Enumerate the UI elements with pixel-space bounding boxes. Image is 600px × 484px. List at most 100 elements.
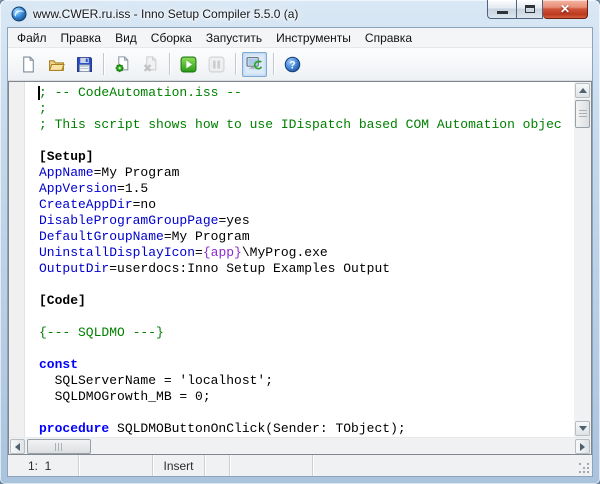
- code-segment: AppName: [39, 165, 94, 180]
- code-line-6[interactable]: AppName=My Program: [39, 165, 574, 181]
- help-button[interactable]: ?: [280, 52, 305, 77]
- code-line-7[interactable]: AppVersion=1.5: [39, 181, 574, 197]
- script-editor: ; -- CodeAutomation.iss --;; This script…: [8, 81, 592, 455]
- code-segment: SQLServerName = 'localhost';: [39, 373, 274, 388]
- compile-button[interactable]: [110, 52, 135, 77]
- code-line-3[interactable]: ; This script shows how to use IDispatch…: [39, 117, 574, 133]
- close-icon: ✕: [559, 2, 571, 16]
- open-folder-icon: [48, 56, 65, 73]
- toolbar-separator: [235, 53, 236, 75]
- code-line-5[interactable]: [Setup]: [39, 149, 574, 165]
- code-line-12[interactable]: OutputDir=userdocs:Inno Setup Examples O…: [39, 261, 574, 277]
- thumb-grip: [55, 443, 56, 451]
- pause-button[interactable]: [204, 52, 229, 77]
- scroll-right-button[interactable]: [575, 439, 590, 454]
- compile-icon: [114, 55, 131, 73]
- help-icon: ?: [284, 56, 301, 73]
- target-setup-button[interactable]: [242, 51, 267, 77]
- caret-position: 1: 1: [8, 455, 79, 476]
- minimize-icon: [496, 11, 508, 14]
- code-line-10[interactable]: DefaultGroupName=My Program: [39, 229, 574, 245]
- code-segment: const: [39, 357, 79, 372]
- menu-item-tools[interactable]: Инструменты: [269, 29, 358, 47]
- menu-bar: Файл Правка Вид Сборка Запустить Инструменты С…: [8, 28, 592, 48]
- text-caret: [38, 86, 40, 100]
- code-segment: procedure: [39, 421, 110, 436]
- status-bar: 1: 1 Insert: [8, 455, 592, 476]
- code-line-22[interactable]: procedure SQLDMOButtonOnClick(Sender: TO…: [39, 421, 574, 437]
- svg-text:?: ?: [289, 59, 295, 71]
- code-segment: [Setup]: [39, 149, 94, 164]
- code-segment: ;: [39, 101, 47, 116]
- new-script-button[interactable]: [16, 52, 41, 77]
- code-line-21[interactable]: [39, 405, 574, 421]
- code-line-18[interactable]: const: [39, 357, 574, 373]
- menu-item-help[interactable]: Справка: [358, 29, 419, 47]
- window-title: www.CWER.ru.iss - Inno Setup Compiler 5.…: [33, 7, 299, 21]
- status-panel: [205, 455, 230, 476]
- target-setup-icon: [246, 56, 263, 73]
- menu-item-build[interactable]: Сборка: [144, 29, 199, 47]
- horizontal-scroll-thumb[interactable]: [27, 439, 91, 454]
- code-segment: =yes: [218, 213, 250, 228]
- code-area[interactable]: ; -- CodeAutomation.iss --;; This script…: [26, 82, 574, 437]
- vertical-scroll-thumb[interactable]: [575, 100, 590, 128]
- code-line-4[interactable]: [39, 133, 574, 149]
- code-segment: {--- SQLDMO ---}: [39, 325, 164, 340]
- code-segment: =1.5: [117, 181, 149, 196]
- menu-item-view[interactable]: Вид: [108, 29, 144, 47]
- resize-grip[interactable]: [579, 463, 589, 473]
- status-panel: [79, 455, 153, 476]
- arrow-up-icon: [578, 84, 587, 93]
- save-script-button[interactable]: [72, 52, 97, 77]
- scroll-down-button[interactable]: [575, 421, 590, 436]
- code-segment: {app}: [202, 245, 242, 260]
- code-line-13[interactable]: [39, 277, 574, 293]
- status-panel: [313, 455, 592, 476]
- inno-setup-icon[interactable]: [11, 6, 27, 22]
- minimize-button[interactable]: [487, 0, 516, 19]
- run-button[interactable]: [176, 52, 201, 77]
- code-segment: DisableProgramGroupPage: [39, 213, 219, 228]
- code-segment: [Code]: [39, 293, 86, 308]
- code-segment: SQLDMOButtonOnClick(Sender: TObject);: [109, 421, 406, 436]
- inno-setup-compiler-window: www.CWER.ru.iss - Inno Setup Compiler 5.…: [0, 0, 600, 484]
- save-floppy-icon: [76, 56, 93, 73]
- code-segment: OutputDir: [39, 261, 110, 276]
- maximize-icon: [524, 5, 535, 13]
- close-button[interactable]: ✕: [543, 0, 588, 19]
- code-segment: =: [195, 245, 203, 260]
- code-line-2[interactable]: ;: [39, 101, 574, 117]
- scroll-left-button[interactable]: [10, 439, 25, 454]
- code-segment: DefaultGroupName: [39, 229, 164, 244]
- code-line-9[interactable]: DisableProgramGroupPage=yes: [39, 213, 574, 229]
- scroll-up-button[interactable]: [575, 83, 590, 98]
- toolbar: ?: [8, 48, 592, 81]
- stop-compile-button[interactable]: [138, 52, 163, 77]
- menu-item-file[interactable]: Файл: [10, 29, 54, 47]
- menu-item-run[interactable]: Запустить: [199, 29, 269, 47]
- code-line-20[interactable]: SQLDMOGrowth_MB = 0;: [39, 389, 574, 405]
- menu-item-edit[interactable]: Правка: [54, 29, 109, 47]
- code-line-16[interactable]: {--- SQLDMO ---}: [39, 325, 574, 341]
- pause-icon: [208, 56, 225, 73]
- maximize-button[interactable]: [516, 0, 543, 19]
- code-line-11[interactable]: UninstallDisplayIcon={app}\MyProg.exe: [39, 245, 574, 261]
- open-script-button[interactable]: [44, 52, 69, 77]
- code-line-14[interactable]: [Code]: [39, 293, 574, 309]
- vertical-scrollbar[interactable]: [574, 82, 591, 437]
- toolbar-separator: [103, 53, 104, 75]
- edit-mode: Insert: [153, 455, 205, 476]
- code-line-19[interactable]: SQLServerName = 'localhost';: [39, 373, 574, 389]
- title-bar[interactable]: www.CWER.ru.iss - Inno Setup Compiler 5.…: [0, 0, 600, 28]
- code-line-17[interactable]: [39, 341, 574, 357]
- stop-compile-icon: [142, 55, 159, 73]
- horizontal-scrollbar[interactable]: [9, 437, 591, 454]
- toolbar-separator: [273, 53, 274, 75]
- code-line-8[interactable]: CreateAppDir=no: [39, 197, 574, 213]
- editor-gutter: [9, 82, 25, 437]
- code-line-1[interactable]: ; -- CodeAutomation.iss --: [38, 85, 574, 101]
- code-segment: =userdocs:Inno Setup Examples Output: [109, 261, 391, 276]
- code-line-15[interactable]: [39, 309, 574, 325]
- code-segment: CreateAppDir: [39, 197, 133, 212]
